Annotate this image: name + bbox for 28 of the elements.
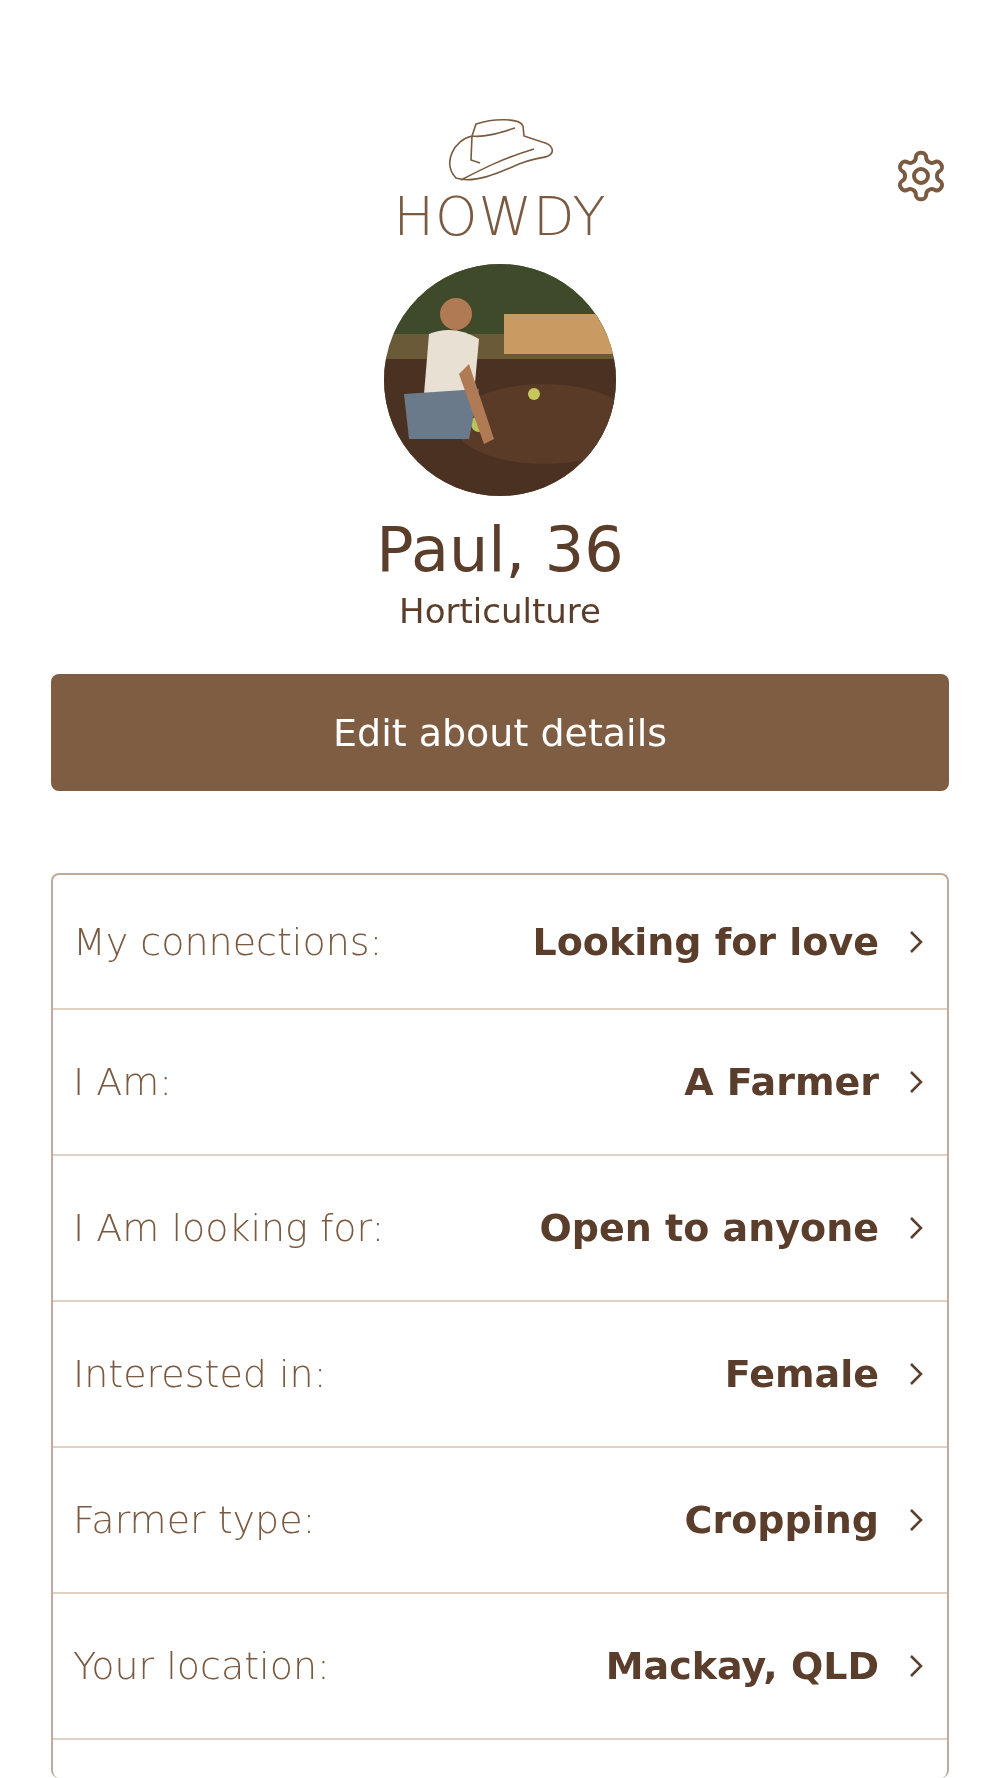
detail-value: Open to anyone xyxy=(539,1206,879,1250)
detail-label: Farmer type: xyxy=(73,1498,316,1542)
detail-value: Mackay, QLD xyxy=(605,1644,879,1688)
detail-row[interactable]: Interested in: Female xyxy=(53,1302,947,1448)
logo-text: HOWDY xyxy=(393,188,607,246)
detail-value: Cropping xyxy=(684,1498,879,1542)
detail-label: Interested in: xyxy=(73,1352,327,1396)
profile-occupation: Horticulture xyxy=(399,590,601,632)
detail-label: I Am looking for: xyxy=(73,1206,385,1250)
detail-value: A Farmer xyxy=(684,1060,879,1104)
detail-row[interactable]: I Am: A Farmer xyxy=(53,1010,947,1156)
detail-row[interactable]: My connections: Looking for love xyxy=(53,875,947,1010)
chevron-right-icon xyxy=(909,929,923,954)
chevron-right-icon xyxy=(909,1362,923,1386)
profile-name: Paul, 36 xyxy=(376,514,624,586)
chevron-right-icon xyxy=(909,1654,923,1678)
detail-label: My connections: xyxy=(73,919,383,964)
chevron-right-icon xyxy=(909,1216,923,1240)
detail-row[interactable]: Your location: Mackay, QLD xyxy=(53,1594,947,1740)
chevron-right-icon xyxy=(909,1508,923,1532)
detail-row[interactable]: I Am looking for: Open to anyone xyxy=(53,1156,947,1302)
detail-label: I Am: xyxy=(73,1060,173,1104)
chevron-right-icon xyxy=(909,1070,923,1094)
edit-details-button[interactable]: Edit about details xyxy=(51,674,949,791)
detail-value: Female xyxy=(724,1352,879,1396)
detail-row[interactable]: Farmer type: Cropping xyxy=(53,1448,947,1594)
detail-value: Looking for love xyxy=(532,919,879,964)
detail-label: Your location: xyxy=(73,1644,330,1688)
